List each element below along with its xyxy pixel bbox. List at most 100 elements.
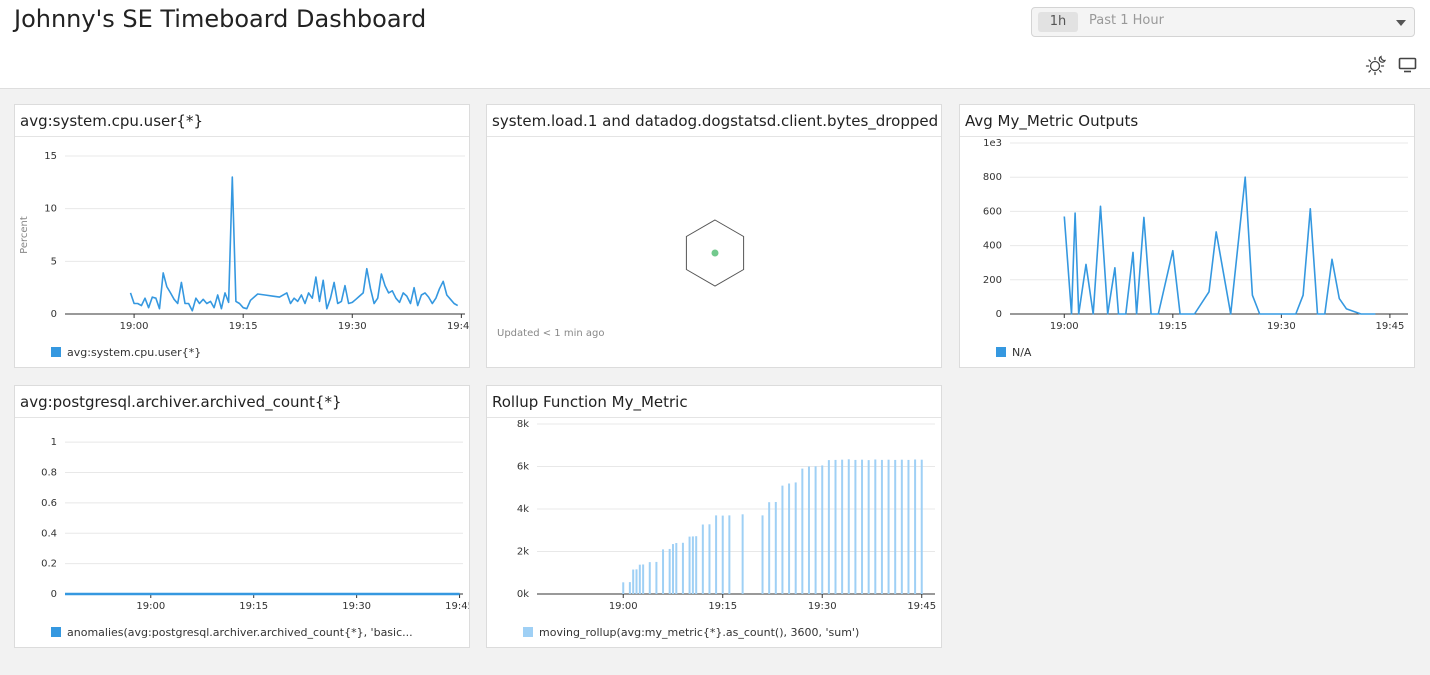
bar bbox=[887, 459, 890, 594]
legend-swatch bbox=[523, 627, 533, 637]
y-tick-label: 10 bbox=[44, 204, 57, 215]
x-tick-label: 19:30 bbox=[808, 601, 837, 612]
bar bbox=[761, 515, 764, 594]
bar bbox=[648, 562, 651, 594]
sun-moon-icon[interactable] bbox=[1365, 54, 1387, 76]
bar bbox=[874, 459, 877, 594]
legend-label: N/A bbox=[1012, 346, 1032, 359]
x-tick-label: 19:00 bbox=[609, 601, 638, 612]
bar bbox=[728, 515, 731, 594]
timeframe-label: Past 1 Hour bbox=[1089, 13, 1164, 28]
bar bbox=[847, 459, 850, 594]
rollup-bar-chart: 0k 2k 4k 6k 8k 19:00 19:15 19:30 19:45 bbox=[517, 419, 936, 612]
x-tick-label: 19:30 bbox=[342, 601, 371, 612]
bar bbox=[920, 459, 923, 594]
y-tick-label: 6k bbox=[517, 462, 529, 473]
bar bbox=[635, 569, 638, 594]
legend-label: moving_rollup(avg:my_metric{*}.as_count(… bbox=[539, 626, 860, 639]
legend-swatch bbox=[51, 347, 61, 357]
page-title: Johnny's SE Timeboard Dashboard bbox=[14, 5, 427, 33]
x-tick-label: 19:15 bbox=[239, 601, 268, 612]
bar bbox=[628, 582, 631, 594]
bar bbox=[894, 459, 897, 594]
y-tick-label: 0 bbox=[51, 309, 57, 320]
y-tick-label: 4k bbox=[517, 504, 529, 515]
bar bbox=[781, 485, 784, 594]
y-tick-label: 0 bbox=[51, 589, 57, 600]
bar bbox=[827, 460, 830, 594]
cpu-timeseries-chart: 0 5 10 15 19:00 19:15 19:30 19:45 Percent bbox=[19, 151, 469, 332]
bar bbox=[701, 524, 704, 594]
x-tick-label: 19:15 bbox=[229, 321, 258, 332]
legend-swatch bbox=[51, 627, 61, 637]
bar bbox=[691, 536, 694, 594]
bar bbox=[880, 459, 883, 594]
bar bbox=[642, 564, 645, 594]
widget-title: avg:system.cpu.user{*} bbox=[15, 105, 469, 137]
widget-title: Avg My_Metric Outputs bbox=[960, 105, 1414, 137]
chart-legend[interactable]: avg:system.cpu.user{*} bbox=[51, 346, 201, 359]
bar bbox=[821, 465, 824, 594]
x-tick-label: 19:45 bbox=[1375, 321, 1404, 332]
bar bbox=[638, 564, 641, 594]
widget-title: Rollup Function My_Metric bbox=[487, 386, 941, 418]
x-tick-label: 19:15 bbox=[1158, 321, 1187, 332]
bar bbox=[668, 548, 671, 594]
x-tick-label: 19:00 bbox=[1050, 321, 1079, 332]
bar bbox=[814, 466, 817, 594]
bar bbox=[632, 569, 635, 594]
y-tick-label: 0 bbox=[996, 309, 1002, 320]
hostmap-chart bbox=[685, 219, 745, 287]
widget-avg-my-metric: Avg My_Metric Outputs 0 200 400 600 800 1e3 19… bbox=[959, 104, 1415, 368]
chart-legend[interactable]: moving_rollup(avg:my_metric{*}.as_count(… bbox=[523, 626, 859, 639]
bar bbox=[907, 459, 910, 594]
bar bbox=[914, 459, 917, 594]
y-tick-label: 0.8 bbox=[41, 468, 57, 479]
chart-legend[interactable]: anomalies(avg:postgresql.archiver.archiv… bbox=[51, 626, 413, 639]
bar bbox=[688, 536, 691, 594]
bar bbox=[801, 468, 804, 594]
y-tick-label: 1e3 bbox=[983, 138, 1002, 149]
y-tick-label: 400 bbox=[983, 241, 1002, 252]
x-tick-label: 19:15 bbox=[708, 601, 737, 612]
bar bbox=[841, 459, 844, 594]
bar bbox=[708, 524, 711, 594]
bar bbox=[622, 582, 625, 594]
bar bbox=[695, 536, 698, 594]
x-tick-label: 19:30 bbox=[338, 321, 367, 332]
chart-legend[interactable]: N/A bbox=[996, 346, 1031, 359]
widget-rollup-my-metric: Rollup Function My_Metric 0k 2k 4k 6k 8k 19:0… bbox=[486, 385, 942, 648]
x-tick-label: 19:30 bbox=[1267, 321, 1296, 332]
y-tick-label: 0.4 bbox=[41, 528, 57, 539]
widget-title: avg:postgresql.archiver.archived_count{*… bbox=[15, 386, 469, 418]
bar bbox=[662, 549, 665, 594]
bar bbox=[741, 514, 744, 594]
bar bbox=[834, 459, 837, 594]
monitor-icon[interactable] bbox=[1397, 54, 1419, 76]
y-tick-label: 15 bbox=[44, 151, 57, 162]
bar bbox=[721, 515, 724, 594]
bar bbox=[671, 544, 674, 594]
bar bbox=[867, 460, 870, 594]
y-tick-label: 0k bbox=[517, 589, 529, 600]
y-tick-label: 2k bbox=[517, 547, 529, 558]
timeframe-selector[interactable]: 1h Past 1 Hour bbox=[1031, 7, 1415, 37]
x-tick-label: 19:00 bbox=[120, 321, 149, 332]
bar bbox=[768, 502, 771, 594]
chevron-down-icon bbox=[1396, 20, 1406, 26]
bar bbox=[675, 543, 678, 594]
bar bbox=[807, 466, 810, 594]
bar bbox=[774, 501, 777, 594]
host-status-dot bbox=[711, 249, 719, 257]
legend-swatch bbox=[996, 347, 1006, 357]
widget-cpu-user: avg:system.cpu.user{*} 0 5 10 15 19:00 19:15 1… bbox=[14, 104, 470, 368]
bar bbox=[715, 515, 718, 594]
y-tick-label: 0.6 bbox=[41, 498, 57, 509]
widget-postgres-archived: avg:postgresql.archiver.archived_count{*… bbox=[14, 385, 470, 648]
series-line bbox=[129, 176, 459, 312]
y-tick-label: 200 bbox=[983, 275, 1002, 286]
dashboard-header: Johnny's SE Timeboard Dashboard 1h Past … bbox=[0, 0, 1430, 89]
widget-hostmap: system.load.1 and datadog.dogstatsd.clie… bbox=[486, 104, 942, 368]
bar bbox=[681, 542, 684, 594]
bar bbox=[854, 459, 857, 594]
